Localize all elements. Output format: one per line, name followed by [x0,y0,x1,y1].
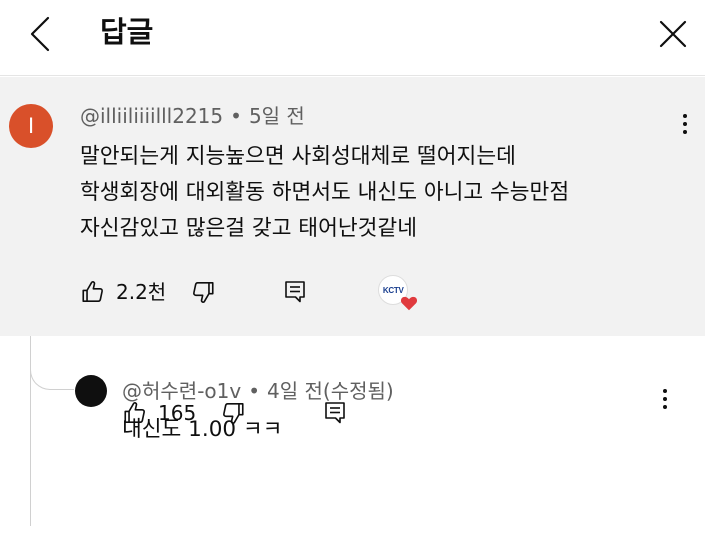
kebab-dot [663,389,667,393]
back-button[interactable] [20,14,60,54]
like-count: 165 [158,401,197,425]
avatar[interactable] [75,375,107,407]
parent-comment: I @illiiliiiilll2215 • 5일 전 말안되는게 지능높으면 사회… [0,77,705,336]
kebab-dot [663,405,667,409]
page-title: 답글 [100,15,154,49]
comment-icon [325,402,345,424]
creator-heart-badge: KCTV [378,275,418,311]
like-button[interactable] [120,398,150,428]
comment-actions: 2.2천 KCTV [78,275,418,311]
close-icon [659,20,687,48]
close-button[interactable] [653,14,693,54]
comment-time: 5일 전 [248,104,305,128]
heart-icon [401,296,418,311]
reply-button[interactable] [280,277,310,307]
avatar-letter: I [27,113,35,138]
like-count: 2.2천 [116,280,167,304]
comment-line: 말안되는게 지능높으면 사회성대체로 떨어지는데 [80,144,516,169]
dislike-button[interactable] [188,277,218,307]
comment-line: 학생회장에 대외활동 하면서도 내신도 아니고 수능만점 [80,180,570,205]
comment-actions: 165 [120,398,350,428]
avatar[interactable]: I [9,104,53,148]
comment-text: 말안되는게 지능높으면 사회성대체로 떨어지는데 학생회장에 대외활동 하면서도… [80,139,569,247]
creator-logo-text: KCTV [382,285,404,295]
like-button[interactable] [78,277,108,307]
more-options-button[interactable] [653,384,677,414]
comment-line: 자신감있고 많은걸 갖고 태어난것같네 [80,216,417,241]
kebab-dot [663,397,667,401]
kebab-dot [683,130,687,134]
thread-connector [30,336,74,390]
reply-button[interactable] [320,398,350,428]
thumbs-down-icon [193,281,214,303]
comment-icon [285,281,306,303]
kebab-dot [683,114,687,118]
thumbs-up-icon [124,402,145,424]
chevron-left-icon [30,16,50,52]
comment-author[interactable]: @illiiliiiilll2215 [80,104,223,128]
dislike-button[interactable] [218,398,248,428]
more-options-button[interactable] [673,109,697,139]
thumbs-up-icon [82,281,103,303]
comment-meta: @illiiliiiilll2215 • 5일 전 [80,103,305,129]
meta-separator: • [230,104,242,128]
thumbs-down-icon [223,402,244,424]
header-bar: 답글 [0,0,705,76]
kebab-dot [683,122,687,126]
